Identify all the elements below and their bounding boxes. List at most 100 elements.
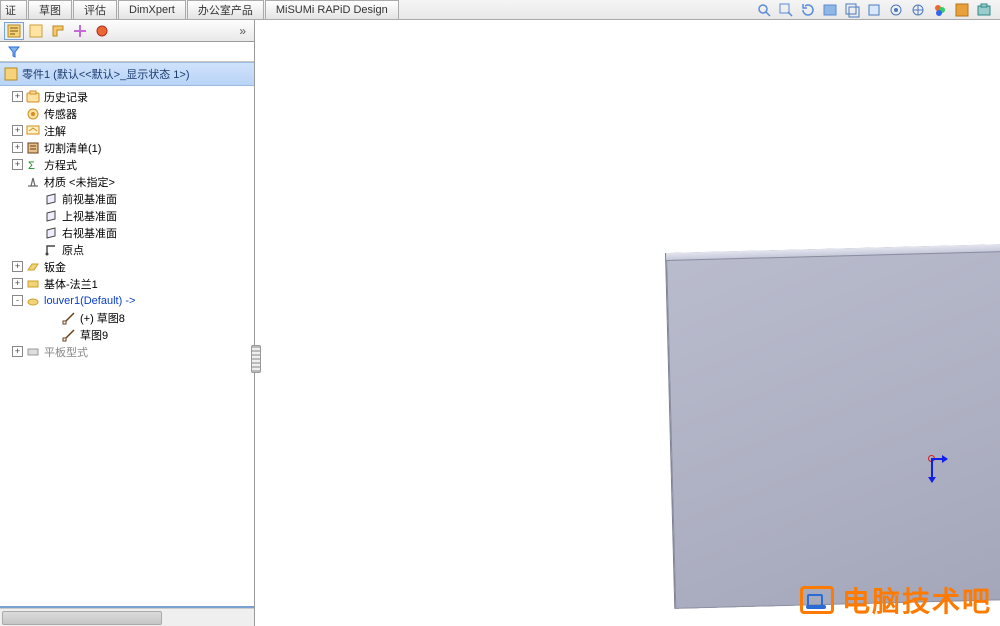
hide-show-icon[interactable]: [866, 2, 882, 18]
tree-node[interactable]: (+) 草图8: [2, 309, 254, 326]
tab-dimxpert[interactable]: DimXpert: [118, 0, 186, 19]
panel-tab-strip: »: [0, 20, 254, 42]
expand-spacer: [12, 108, 23, 119]
command-tabs-bar: 证 草图 评估 DimXpert 办公室产品 MiSUMi RAPiD Desi…: [0, 0, 1000, 20]
dimxpert-manager-tab[interactable]: [70, 22, 90, 40]
sheetmetal-icon: [25, 259, 41, 275]
tree-node-label: 注解: [44, 123, 66, 139]
expand-toggle[interactable]: +: [12, 91, 23, 102]
watermark-text: 电脑技术吧: [842, 580, 992, 620]
triad-y-axis-icon: [931, 460, 933, 482]
feature-manager-panel: » 零件1 (默认<<默认>_显示状态 1>) + 历史记录传感器 + 注解 + 切割清单…: [0, 20, 255, 626]
zoom-fit-icon[interactable]: [756, 2, 772, 18]
tree-node-label: 钣金: [44, 259, 66, 275]
expand-spacer: [12, 176, 23, 187]
section-icon[interactable]: [822, 2, 838, 18]
expand-toggle[interactable]: +: [12, 159, 23, 170]
tab-evaluate[interactable]: 评估: [73, 0, 117, 19]
sketch-icon: [61, 310, 77, 326]
expand-spacer: [30, 193, 41, 204]
tree-root-label: 零件1 (默认<<默认>_显示状态 1>): [22, 66, 190, 82]
tree-node[interactable]: 原点: [2, 241, 254, 258]
louver-icon: [25, 293, 41, 309]
scene-icon[interactable]: [888, 2, 904, 18]
material-icon: [25, 174, 41, 190]
sensor-icon: [25, 106, 41, 122]
expand-spacer: [30, 210, 41, 221]
tree-node-label: 方程式: [44, 157, 77, 173]
expand-toggle[interactable]: +: [12, 125, 23, 136]
tree-node[interactable]: +平板型式: [2, 343, 254, 360]
view-settings-icon[interactable]: [910, 2, 926, 18]
tree-node-label: (+) 草图8: [80, 310, 125, 326]
tree-node[interactable]: 右视基准面: [2, 224, 254, 241]
display-manager-tab[interactable]: [92, 22, 112, 40]
plane-icon: [43, 225, 59, 241]
expand-toggle[interactable]: +: [12, 278, 23, 289]
feature-manager-tab[interactable]: [4, 22, 24, 40]
expand-spacer: [48, 312, 59, 323]
history-icon: [25, 89, 41, 105]
tree-node-label: 草图9: [80, 327, 108, 343]
tree-node-label: louver1(Default) ->: [44, 295, 135, 307]
tree-node[interactable]: 上视基准面: [2, 207, 254, 224]
collapse-toggle[interactable]: -: [12, 295, 23, 306]
display-style-icon[interactable]: [844, 2, 860, 18]
plane-icon: [43, 208, 59, 224]
tree-root-header[interactable]: 零件1 (默认<<默认>_显示状态 1>): [0, 62, 254, 86]
watermark-logo-icon: [800, 586, 834, 614]
appearance-icon[interactable]: [932, 2, 948, 18]
tree-node[interactable]: + 历史记录: [2, 88, 254, 105]
expand-spacer: [48, 329, 59, 340]
view-toolbar: [756, 0, 1000, 19]
tree-node-label: 原点: [62, 242, 84, 258]
equation-icon: Σ: [25, 157, 41, 173]
expand-toggle[interactable]: +: [12, 261, 23, 272]
view-triad: [923, 452, 949, 488]
tree-node[interactable]: + Σ 方程式: [2, 156, 254, 173]
tab-misumi[interactable]: MiSUMi RAPiD Design: [265, 0, 399, 19]
tree-node-label: 前视基准面: [62, 191, 117, 207]
graphics-viewport[interactable]: 电脑技术吧: [255, 20, 1000, 626]
configuration-manager-tab[interactable]: [48, 22, 68, 40]
panel-splitter-grip[interactable]: [251, 345, 261, 373]
tree-horizontal-scrollbar[interactable]: [0, 608, 254, 626]
feature-tree[interactable]: + 历史记录传感器 + 注解 + 切割清单(1) + Σ 方程式材质 <未指定>前视基准面上视基…: [0, 86, 254, 604]
tab-sketch[interactable]: 草图: [28, 0, 72, 19]
rotate-view-icon[interactable]: [800, 2, 816, 18]
tree-node-label: 切割清单(1): [44, 140, 101, 156]
zoom-area-icon[interactable]: [778, 2, 794, 18]
expand-toggle[interactable]: +: [12, 346, 23, 357]
tree-node[interactable]: + 基体-法兰1: [2, 275, 254, 292]
scrollbar-thumb[interactable]: [2, 611, 162, 625]
tree-node[interactable]: + 切割清单(1): [2, 139, 254, 156]
filter-icon: [8, 46, 20, 58]
sheetmetal-part-body[interactable]: [665, 238, 1000, 609]
svg-text:Σ: Σ: [28, 160, 35, 172]
panel-tabs-overflow[interactable]: »: [239, 24, 250, 38]
tree-node[interactable]: 前视基准面: [2, 190, 254, 207]
tab-office[interactable]: 办公室产品: [187, 0, 264, 19]
tree-node[interactable]: 材质 <未指定>: [2, 173, 254, 190]
cutlist-icon: [25, 140, 41, 156]
part-icon: [4, 67, 18, 81]
flatpattern-icon: [25, 344, 41, 360]
tree-node[interactable]: 草图9: [2, 326, 254, 343]
tree-node[interactable]: + 钣金: [2, 258, 254, 275]
screen-capture-icon[interactable]: [976, 2, 992, 18]
origin-icon: [43, 242, 59, 258]
property-manager-tab[interactable]: [26, 22, 46, 40]
tree-node[interactable]: 传感器: [2, 105, 254, 122]
tab-zheng[interactable]: 证: [0, 0, 27, 19]
tree-node-label: 材质 <未指定>: [44, 174, 115, 190]
render-icon[interactable]: [954, 2, 970, 18]
annotation-icon: [25, 123, 41, 139]
expand-spacer: [30, 244, 41, 255]
expand-toggle[interactable]: +: [12, 142, 23, 153]
expand-spacer: [30, 227, 41, 238]
tree-filter-row[interactable]: [0, 42, 254, 62]
tree-node[interactable]: - louver1(Default) ->: [2, 292, 254, 309]
tree-node-label: 基体-法兰1: [44, 276, 98, 292]
tree-node[interactable]: + 注解: [2, 122, 254, 139]
tree-node-label: 历史记录: [44, 89, 88, 105]
